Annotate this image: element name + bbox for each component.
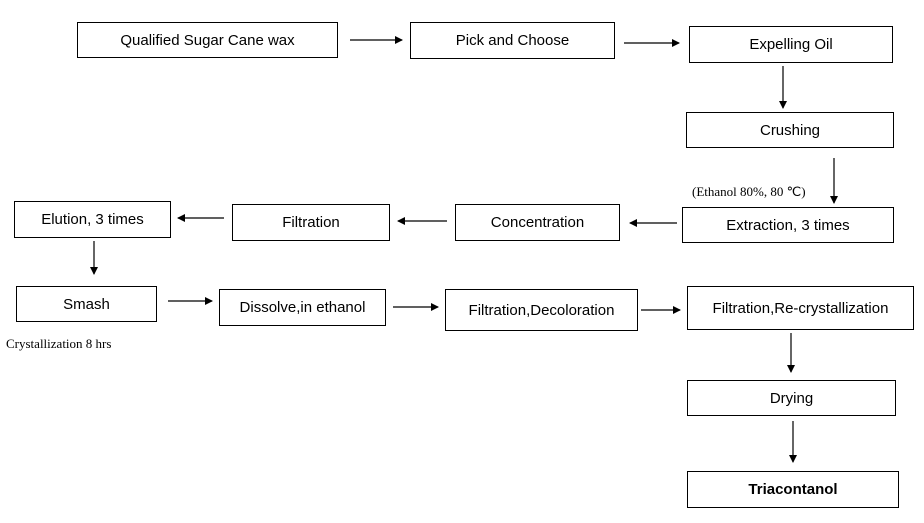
step-sugar-cane-wax: Qualified Sugar Cane wax [77,22,338,58]
step-crushing: Crushing [686,112,894,148]
extraction-condition-note: (Ethanol 80%, 80 ℃) [692,184,806,199]
step-filtration: Filtration [232,204,390,241]
step-concentration: Concentration [455,204,620,241]
step-smash: Smash [16,286,157,322]
step-drying: Drying [687,380,896,416]
step-triacontanol: Triacontanol [687,471,899,508]
step-pick-and-choose: Pick and Choose [410,22,615,59]
step-extraction: Extraction, 3 times [682,207,894,243]
crystallization-note: Crystallization 8 hrs [6,336,112,351]
process-flow-diagram: Qualified Sugar Cane wax Pick and Choose… [0,0,924,523]
step-expelling-oil: Expelling Oil [689,26,893,63]
step-elution: Elution, 3 times [14,201,171,238]
arrows-layer [90,36,838,463]
step-filtration-recrystallization: Filtration,Re-crystallization [687,286,914,330]
step-filtration-decoloration: Filtration,Decoloration [445,289,638,331]
step-dissolve: Dissolve,in ethanol [219,289,386,326]
